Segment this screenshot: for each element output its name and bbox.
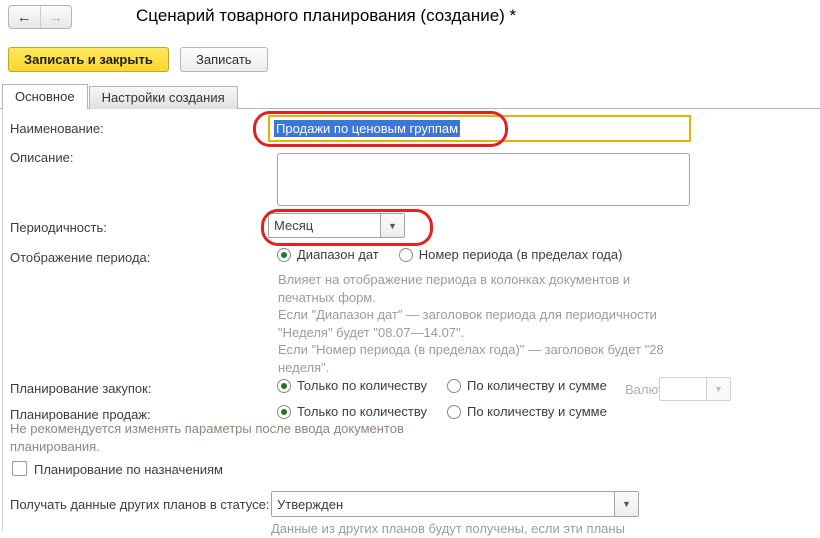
period-display-label: Отображение периода: (10, 250, 150, 265)
currency-select: ▼ (659, 377, 731, 401)
purchase-planning-label: Планирование закупок: (10, 381, 151, 396)
assignment-planning-label: Планирование по назначениям (34, 462, 223, 477)
period-display-hint: Влияет на отображение периода в колонках… (278, 271, 688, 376)
name-input[interactable]: Продажи по ценовым группам (268, 115, 691, 142)
name-input-selected-text: Продажи по ценовым группам (274, 120, 460, 137)
radio-purchase-qty-only-label: Только по количеству (297, 378, 427, 393)
page-title: Сценарий товарного планирования (создани… (136, 6, 516, 26)
sales-planning-radio-group: Только по количеству По количеству и сум… (277, 404, 607, 419)
period-display-radio-group: Диапазон дат Номер периода (в пределах г… (277, 247, 622, 262)
back-button[interactable]: ← (9, 6, 40, 28)
warning-text: Не рекомендуется изменять параметры посл… (10, 420, 510, 455)
periodicity-label: Периодичность: (10, 220, 107, 235)
currency-value (660, 378, 706, 400)
radio-purchase-qty-sum-label: По количеству и сумме (467, 378, 607, 393)
radio-date-range-label: Диапазон дат (297, 247, 379, 262)
save-and-close-button[interactable]: Записать и закрыть (8, 47, 169, 72)
radio-sales-qty-sum[interactable] (447, 405, 461, 419)
save-button[interactable]: Записать (180, 47, 268, 72)
forward-button[interactable]: → (40, 6, 72, 28)
radio-period-number-label: Номер периода (в пределах года) (419, 247, 623, 262)
name-label: Наименование: (10, 121, 104, 136)
bottom-hint: Данные из других планов будут получены, … (271, 520, 711, 538)
nav-button-group: ← → (8, 5, 72, 29)
plans-status-value: Утвержден (272, 492, 614, 516)
radio-purchase-qty-sum[interactable] (447, 379, 461, 393)
periodicity-value: Месяц (269, 214, 380, 237)
assignment-planning-checkbox[interactable] (12, 461, 27, 476)
dropdown-arrow-icon: ▼ (706, 378, 730, 400)
description-textarea[interactable] (277, 153, 690, 206)
radio-purchase-qty-only[interactable] (277, 379, 291, 393)
tab-main[interactable]: Основное (2, 84, 88, 109)
purchase-planning-radio-group: Только по количеству По количеству и сум… (277, 378, 607, 393)
radio-sales-qty-only[interactable] (277, 405, 291, 419)
description-label: Описание: (10, 150, 73, 165)
radio-period-number[interactable] (399, 248, 413, 262)
tab-bar: Основное Настройки создания (2, 85, 239, 109)
dropdown-arrow-icon[interactable]: ▼ (614, 492, 638, 516)
tab-creation-settings[interactable]: Настройки создания (89, 86, 238, 109)
radio-sales-qty-only-label: Только по количеству (297, 404, 427, 419)
dropdown-arrow-icon[interactable]: ▼ (380, 214, 404, 237)
content-left-border (2, 108, 3, 531)
plans-status-select[interactable]: Утвержден ▼ (271, 491, 639, 517)
radio-sales-qty-sum-label: По количеству и сумме (467, 404, 607, 419)
periodicity-select[interactable]: Месяц ▼ (268, 213, 405, 238)
plans-status-label: Получать данные других планов в статусе: (10, 497, 269, 512)
radio-date-range[interactable] (277, 248, 291, 262)
